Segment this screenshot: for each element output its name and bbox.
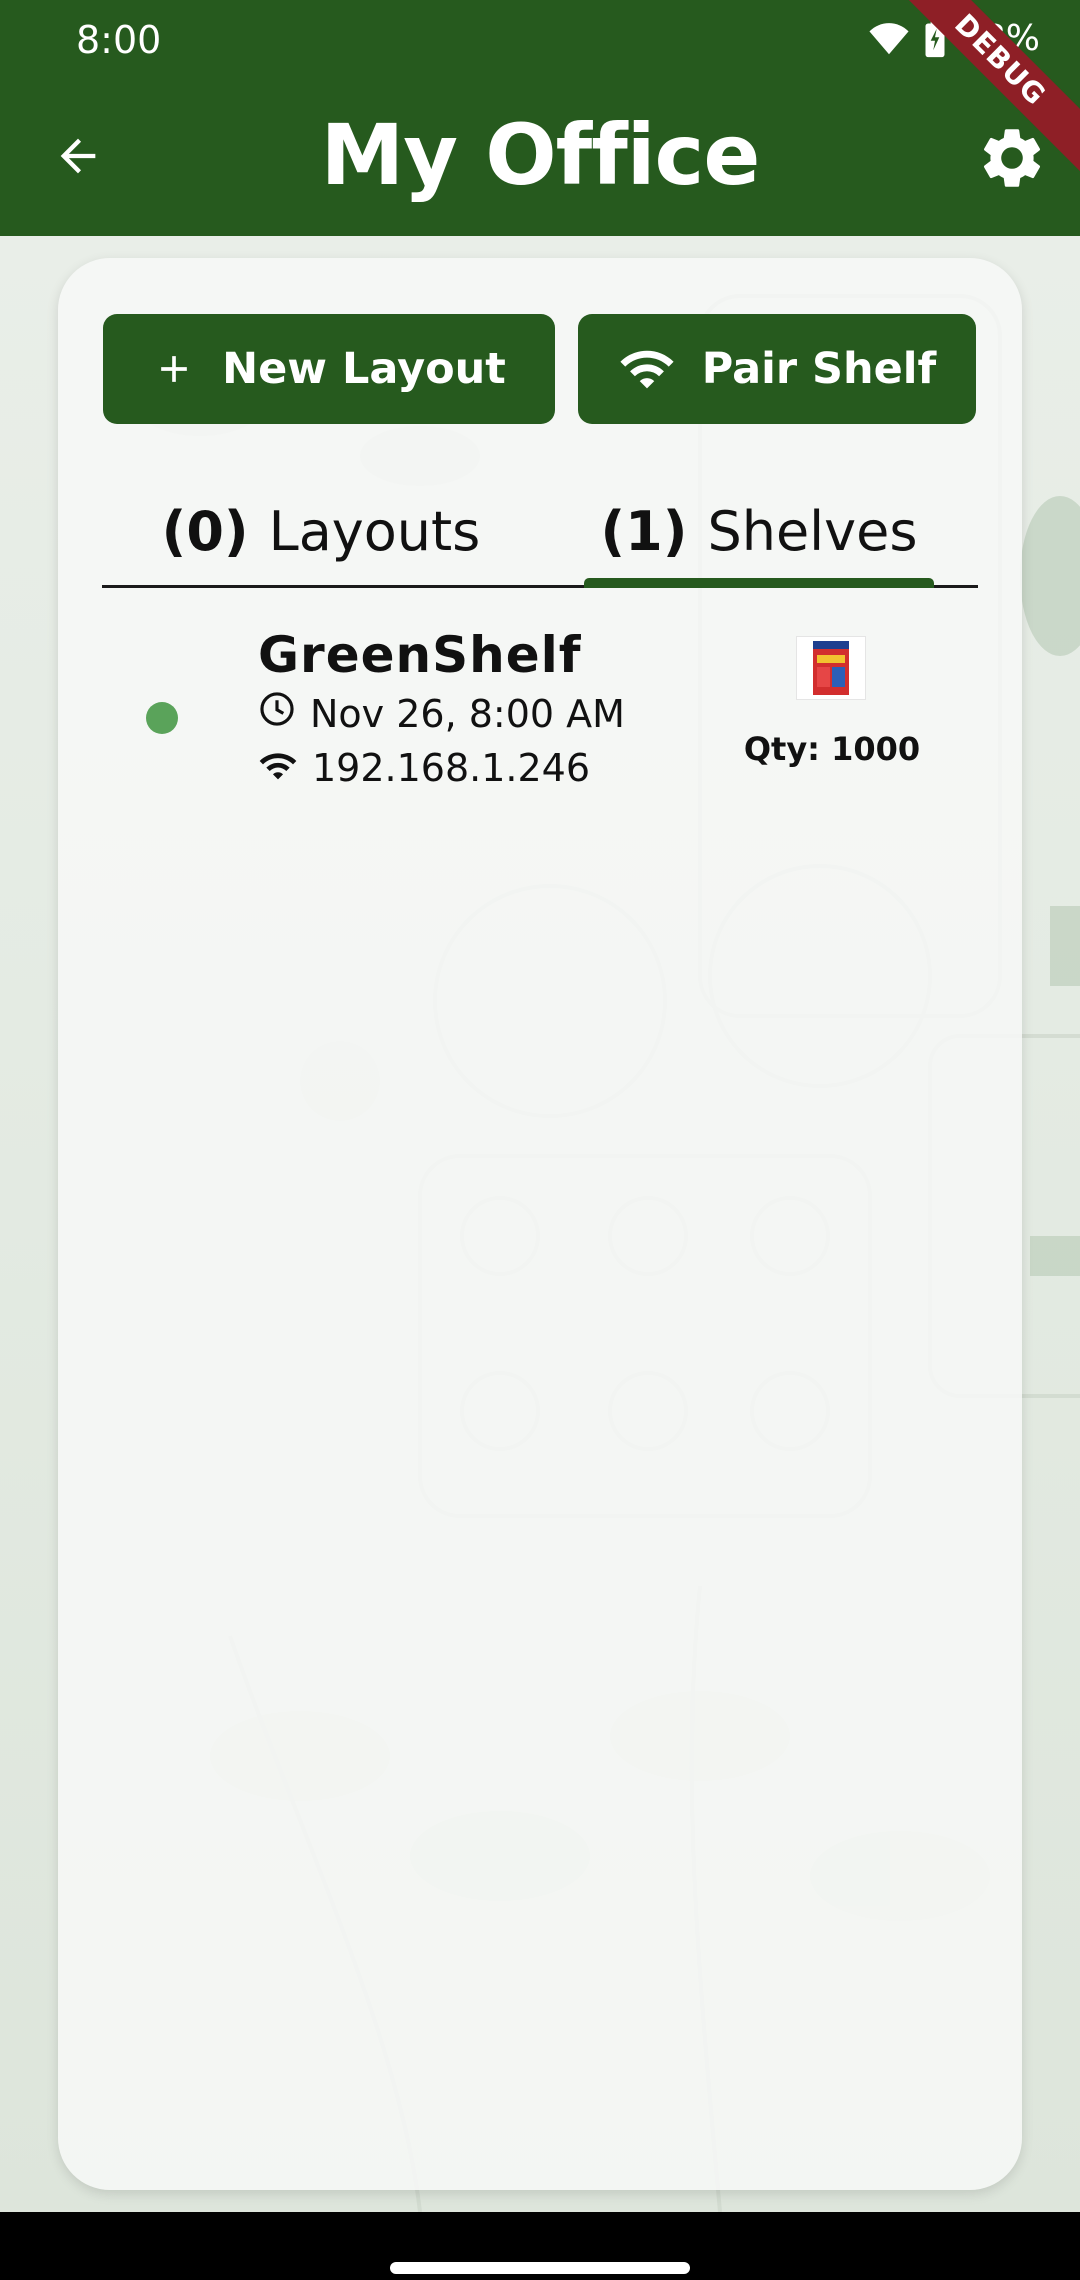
ip-address-text: 192.168.1.246: [312, 746, 591, 790]
tab-shelves[interactable]: (1) Shelves: [540, 478, 978, 585]
tab-shelves-label: Shelves: [707, 500, 918, 563]
gear-icon: [976, 122, 1048, 198]
wifi-icon: [258, 746, 298, 790]
shelf-name: GreenShelf: [258, 626, 582, 684]
pair-shelf-label: Pair Shelf: [701, 344, 937, 394]
settings-button[interactable]: [974, 122, 1050, 198]
new-layout-label: New Layout: [222, 344, 506, 394]
page-title: My Office: [320, 106, 761, 204]
wifi-icon: [618, 347, 676, 391]
status-time: 8:00: [76, 18, 162, 62]
shelf-list-item[interactable]: GreenShelf Nov 26, 8:00 AM 192.168.1.246…: [102, 608, 978, 808]
online-status-dot: [146, 702, 178, 734]
tab-selected-indicator: [584, 578, 934, 588]
home-gesture-handle[interactable]: [390, 2262, 690, 2274]
last-seen-row: Nov 26, 8:00 AM: [258, 690, 625, 737]
last-seen-text: Nov 26, 8:00 AM: [310, 691, 625, 736]
clock-icon: [258, 690, 296, 737]
pair-shelf-button[interactable]: Pair Shelf: [578, 314, 976, 424]
tab-layouts-count: (0): [161, 500, 249, 563]
quantity-label: Qty: 1000: [743, 730, 921, 768]
wifi-icon: [868, 22, 910, 56]
plus-icon: [152, 347, 196, 391]
medicine-box-image: [813, 641, 849, 695]
new-layout-button[interactable]: New Layout: [103, 314, 555, 424]
tab-bar: (0) Layouts (1) Shelves: [102, 478, 978, 588]
tab-layouts-label: Layouts: [268, 500, 481, 563]
product-thumbnail: [796, 636, 866, 700]
tab-layouts[interactable]: (0) Layouts: [102, 478, 540, 585]
office-card: New Layout Pair Shelf (0) Layouts (1) Sh…: [58, 258, 1022, 2190]
tab-shelves-count: (1): [600, 500, 688, 563]
ip-row: 192.168.1.246: [258, 746, 590, 790]
app-header: 8:00 88% DEBUG My Office: [0, 0, 1080, 236]
